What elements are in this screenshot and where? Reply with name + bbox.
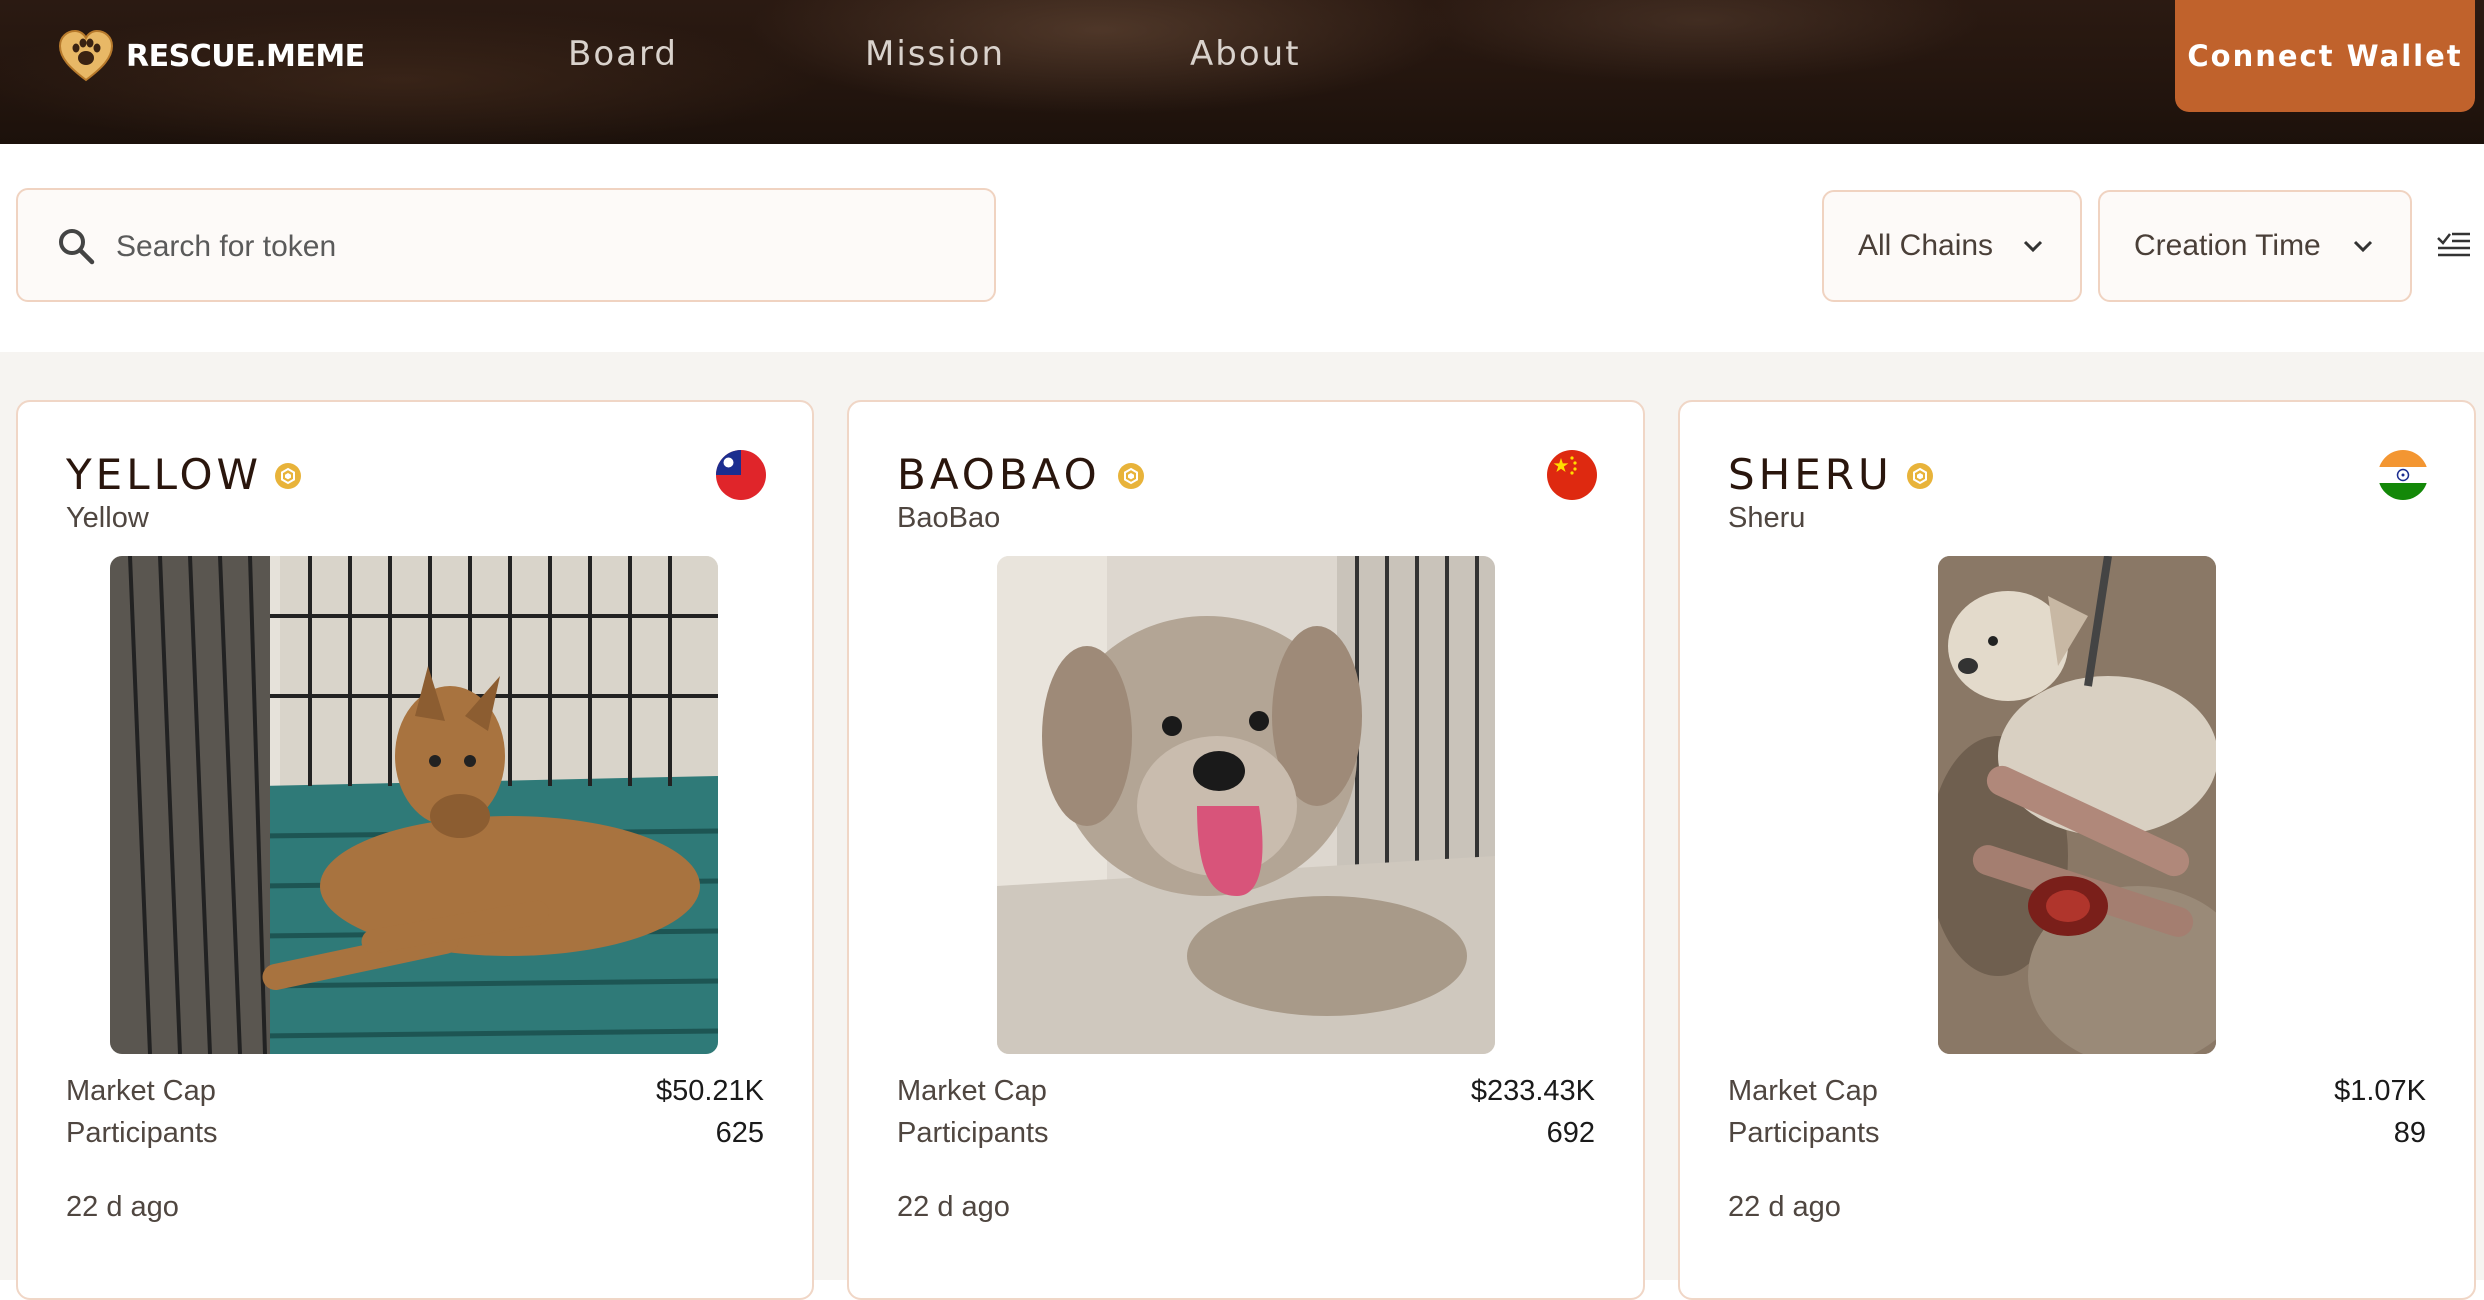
verified-badge-icon <box>275 463 301 489</box>
market-cap-label: Market Cap <box>1728 1075 1878 1107</box>
participants-label: Participants <box>897 1117 1049 1149</box>
token-name: BaoBao <box>897 502 1001 534</box>
china-flag-icon <box>1547 450 1597 500</box>
token-symbol: SHERU <box>1728 450 1893 499</box>
verified-badge-icon <box>1118 463 1144 489</box>
top-navbar: RESCUE.MEME Board Mission About Connect … <box>0 0 2484 144</box>
chevron-down-icon <box>2353 240 2373 253</box>
sort-dropdown[interactable]: Creation Time <box>2098 190 2412 302</box>
market-cap-row: Market Cap $233.43K <box>897 1075 1595 1108</box>
search-input[interactable] <box>114 218 958 276</box>
market-cap-value: $233.43K <box>1470 1075 1595 1107</box>
token-image <box>997 556 1495 1054</box>
market-cap-label: Market Cap <box>66 1075 216 1107</box>
market-cap-row: Market Cap $1.07K <box>1728 1075 2426 1108</box>
token-image <box>110 556 718 1054</box>
token-symbol: YELLOW <box>66 450 263 499</box>
chain-filter-label: All Chains <box>1858 229 1994 262</box>
paw-heart-logo-icon <box>58 29 114 82</box>
participants-value: 89 <box>2393 1117 2426 1149</box>
participants-label: Participants <box>66 1117 218 1149</box>
logo-text: RESCUE.MEME <box>126 38 365 74</box>
market-cap-value: $1.07K <box>2334 1075 2426 1107</box>
connect-wallet-button[interactable]: Connect Wallet <box>2175 0 2475 112</box>
participants-row: Participants 692 <box>897 1117 1595 1150</box>
nav-board[interactable]: Board <box>568 34 678 74</box>
search-icon <box>59 229 95 265</box>
india-flag-icon <box>2378 450 2428 500</box>
market-cap-row: Market Cap $50.21K <box>66 1075 764 1108</box>
token-card[interactable]: YELLOW Yellow Market Cap $50.21K Partici… <box>16 400 814 1300</box>
token-symbol: BAOBAO <box>897 450 1101 499</box>
market-cap-value: $50.21K <box>655 1075 764 1107</box>
created-time: 22 d ago <box>1728 1191 1841 1223</box>
search-box[interactable] <box>16 188 996 302</box>
token-name: Yellow <box>66 502 149 534</box>
token-image <box>1938 556 2216 1054</box>
verified-badge-icon <box>1907 463 1933 489</box>
nav-about[interactable]: About <box>1190 34 1301 74</box>
participants-row: Participants 89 <box>1728 1117 2426 1150</box>
participants-label: Participants <box>1728 1117 1880 1149</box>
logo[interactable]: RESCUE.MEME <box>56 28 365 84</box>
created-time: 22 d ago <box>897 1191 1010 1223</box>
participants-value: 625 <box>715 1117 764 1149</box>
sort-order-icon[interactable] <box>2436 228 2472 260</box>
token-card[interactable]: SHERU Sheru Market Cap $1.07K Participan… <box>1678 400 2476 1300</box>
chain-filter-dropdown[interactable]: All Chains <box>1822 190 2082 302</box>
sort-label: Creation Time <box>2134 229 2321 262</box>
created-time: 22 d ago <box>66 1191 179 1223</box>
market-cap-label: Market Cap <box>897 1075 1047 1107</box>
participants-value: 692 <box>1546 1117 1595 1149</box>
token-card[interactable]: BAOBAO BaoBao Market Cap $233.43K Partic… <box>847 400 1645 1300</box>
chevron-down-icon <box>2023 240 2043 253</box>
nav-mission[interactable]: Mission <box>865 34 1005 74</box>
token-name: Sheru <box>1728 502 1806 534</box>
participants-row: Participants 625 <box>66 1117 764 1150</box>
taiwan-flag-icon <box>716 450 766 500</box>
